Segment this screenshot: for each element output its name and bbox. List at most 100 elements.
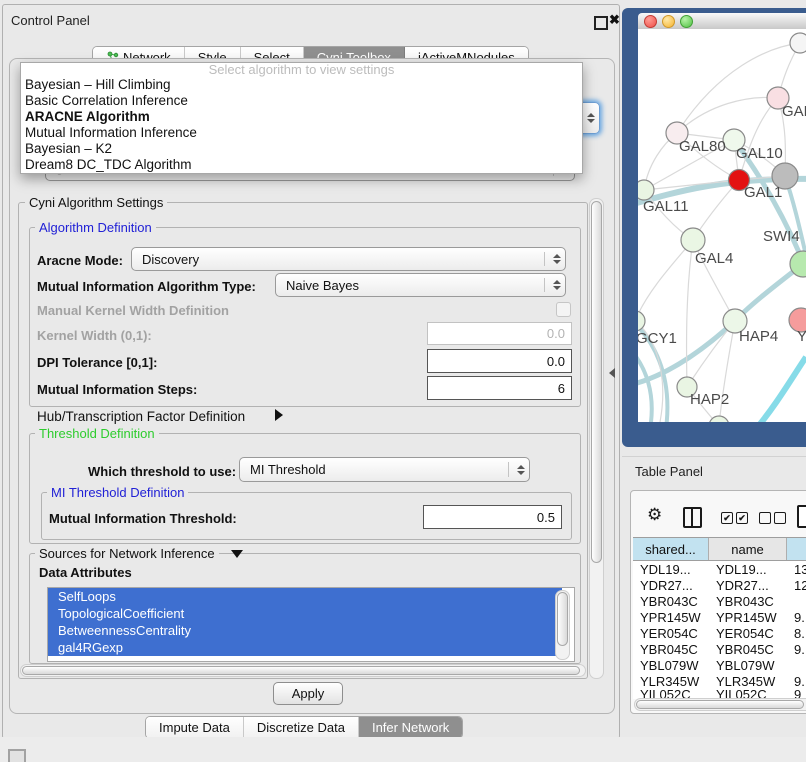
- aracne-mode-combobox[interactable]: Discovery: [131, 247, 566, 271]
- cell-name[interactable]: YBR043C: [709, 594, 787, 609]
- select-all-checked-icon[interactable]: ✔: [721, 512, 733, 524]
- settings-vertical-scrollbar[interactable]: [589, 198, 604, 679]
- zoom-window-icon[interactable]: [680, 15, 693, 28]
- table-row[interactable]: YBR045C YBR045C 9.: [633, 641, 806, 657]
- network-canvas[interactable]: GAL GAL80 GAL10 GAL1 GAL11 GAL4 SWI4 GCY…: [638, 29, 806, 422]
- cell-name[interactable]: YDL19...: [709, 562, 787, 577]
- table-panel-divider: [622, 456, 806, 457]
- node-label-gal1: GAL1: [744, 184, 782, 201]
- cell-value[interactable]: 9.: [787, 674, 806, 689]
- minimize-window-icon[interactable]: [662, 15, 675, 28]
- close-window-icon[interactable]: [644, 15, 657, 28]
- dropdown-item-bayesian-k2[interactable]: Bayesian – K2: [21, 141, 582, 157]
- node-unlabeled-top[interactable]: [790, 33, 806, 53]
- expander-collapsed-icon[interactable]: [275, 409, 283, 421]
- column-header-clipped[interactable]: A: [787, 538, 806, 560]
- cell-shared-name[interactable]: YDL19...: [633, 562, 709, 577]
- node-label-gal10: GAL10: [736, 145, 783, 162]
- table-row[interactable]: YBR043C YBR043C: [633, 593, 806, 609]
- settings-vertical-scrollbar-thumb[interactable]: [591, 201, 602, 563]
- cell-shared-name[interactable]: YBR043C: [633, 594, 709, 609]
- expander-expanded-icon[interactable]: [231, 550, 243, 558]
- cell-shared-name[interactable]: YLR345W: [633, 674, 709, 689]
- hub-definition-label: Hub/Transcription Factor Definition: [37, 409, 245, 424]
- close-panel-icon[interactable]: ✖: [609, 12, 620, 28]
- node-gal4[interactable]: [681, 228, 705, 252]
- tab-infer-network[interactable]: Infer Network: [359, 717, 462, 738]
- list-scrollbar[interactable]: [555, 590, 570, 660]
- export-table-icon[interactable]: [797, 505, 806, 528]
- tab-impute-data-label: Impute Data: [159, 720, 230, 735]
- table-row[interactable]: YDR27... YDR27... 12: [633, 577, 806, 593]
- cell-shared-name[interactable]: YBL079W: [633, 658, 709, 673]
- dropdown-item-bayesian-hill-climbing[interactable]: Bayesian – Hill Climbing: [21, 77, 582, 93]
- cell-name[interactable]: YLR345W: [709, 674, 787, 689]
- tab-discretize-data-label: Discretize Data: [257, 720, 345, 735]
- cell-name[interactable]: YDR27...: [709, 578, 787, 593]
- table-horizontal-scrollbar[interactable]: [634, 698, 806, 711]
- collapsed-panel-icon[interactable]: [8, 749, 26, 762]
- column-header-name[interactable]: name: [709, 538, 787, 560]
- dropdown-item-aracne[interactable]: ARACNE Algorithm: [21, 109, 582, 125]
- gear-icon[interactable]: ⚙: [647, 505, 662, 525]
- column-header-shared-name[interactable]: shared...: [633, 538, 709, 560]
- mi-algorithm-type-combobox[interactable]: Naive Bayes: [275, 273, 566, 297]
- table-row[interactable]: YLR345W YLR345W 9.: [633, 673, 806, 689]
- cell-value[interactable]: 8.: [787, 626, 806, 641]
- cell-name[interactable]: YER054C: [709, 626, 787, 641]
- tab-discretize-data[interactable]: Discretize Data: [244, 717, 359, 738]
- table-row[interactable]: YBL079W YBL079W: [633, 657, 806, 673]
- dropdown-item-dream8[interactable]: Dream8 DC_TDC Algorithm: [21, 157, 582, 173]
- apply-button-label: Apply: [292, 686, 325, 701]
- mi-threshold-field[interactable]: 0.5: [423, 505, 562, 529]
- node-label-gcy1: GCY1: [638, 330, 677, 347]
- table-row[interactable]: YDL19... YDL19... 13: [633, 561, 806, 577]
- dropdown-item-mutual-information[interactable]: Mutual Information Inference: [21, 125, 582, 141]
- which-threshold-combobox[interactable]: MI Threshold: [239, 457, 530, 482]
- settings-horizontal-scrollbar-thumb[interactable]: [22, 666, 580, 675]
- manual-kernel-width-checkbox[interactable]: [556, 302, 571, 317]
- list-item-topologicalcoefficient[interactable]: TopologicalCoefficient: [48, 605, 562, 622]
- network-node-labels: GAL GAL80 GAL10 GAL1 GAL11 GAL4 SWI4 GCY…: [638, 103, 806, 408]
- columns-icon[interactable]: [683, 507, 702, 528]
- cell-value[interactable]: 12: [787, 578, 806, 593]
- deselect-all-icon[interactable]: [759, 512, 771, 524]
- dpi-tolerance-field[interactable]: 0.0: [427, 349, 572, 373]
- list-item-betweennesscentrality[interactable]: BetweennessCentrality: [48, 622, 562, 639]
- kernel-width-field[interactable]: 0.0: [427, 322, 572, 345]
- cell-name[interactable]: YBL079W: [709, 658, 787, 673]
- mi-steps-field[interactable]: 6: [427, 376, 572, 400]
- cell-name[interactable]: YPR145W: [709, 610, 787, 625]
- combobox-spinner-icon: [553, 254, 561, 264]
- cell-value[interactable]: 13: [787, 562, 806, 577]
- cell-shared-name[interactable]: YPR145W: [633, 610, 709, 625]
- float-panel-icon[interactable]: [594, 16, 608, 30]
- mi-steps-value: 6: [558, 381, 565, 396]
- cell-value[interactable]: 9.: [787, 642, 806, 657]
- cell-shared-name[interactable]: YER054C: [633, 626, 709, 641]
- dropdown-item-basic-correlation[interactable]: Basic Correlation Inference: [21, 93, 582, 109]
- network-window-titlebar[interactable]: [638, 13, 806, 30]
- table-row[interactable]: YER054C YER054C 8.: [633, 625, 806, 641]
- cell-name[interactable]: YBR045C: [709, 642, 787, 657]
- tab-impute-data[interactable]: Impute Data: [146, 717, 244, 738]
- table-row[interactable]: YPR145W YPR145W 9.: [633, 609, 806, 625]
- panel-splitter-handle[interactable]: [609, 368, 615, 378]
- node-unlabeled-bottom[interactable]: [709, 416, 729, 422]
- cell-shared-name[interactable]: YDR27...: [633, 578, 709, 593]
- select-all-checked-icon2[interactable]: ✔: [736, 512, 748, 524]
- cell-shared-name[interactable]: YBR045C: [633, 642, 709, 657]
- node-gal11[interactable]: [638, 180, 654, 200]
- table-horizontal-scrollbar-thumb[interactable]: [636, 700, 804, 709]
- deselect-all-icon2[interactable]: [774, 512, 786, 524]
- node-gcy1[interactable]: [638, 311, 645, 331]
- list-scrollbar-thumb[interactable]: [557, 592, 568, 646]
- settings-horizontal-scrollbar[interactable]: [20, 664, 586, 677]
- data-attributes-label: Data Attributes: [39, 565, 132, 580]
- manual-kernel-width-label: Manual Kernel Width Definition: [37, 303, 229, 318]
- list-item-gal4rgexp[interactable]: gal4RGexp: [48, 639, 562, 656]
- cell-value[interactable]: 9.: [787, 610, 806, 625]
- apply-button[interactable]: Apply: [273, 682, 343, 705]
- list-item-selfloops[interactable]: SelfLoops: [48, 588, 562, 605]
- combobox-spinner-icon: [587, 113, 595, 123]
